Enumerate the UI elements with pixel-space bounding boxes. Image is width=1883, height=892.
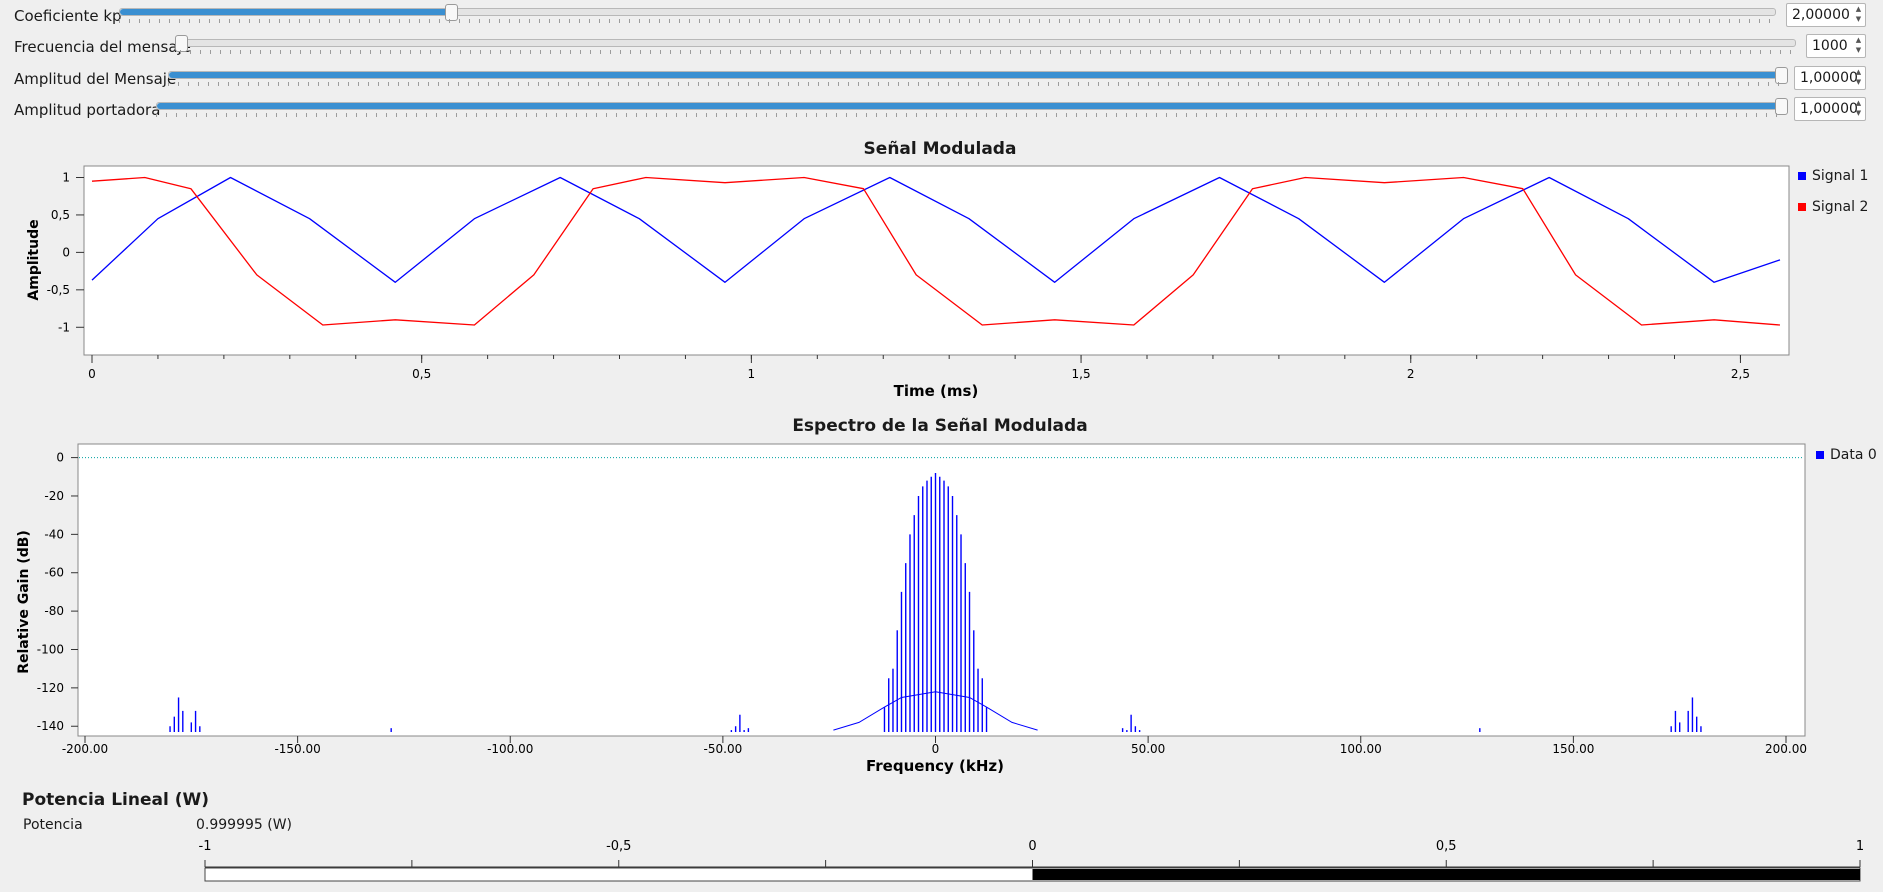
time-xtick-label: 0,5 [412, 367, 431, 381]
carrier-amp-spinbox[interactable]: 1,00000 ▲ ▼ [1794, 97, 1866, 121]
freq-ytick-label: -40 [44, 527, 64, 541]
legend-item-signal-2[interactable]: Signal 2 [1798, 199, 1868, 215]
time-ytick-label: 0 [62, 245, 70, 259]
freq-slider[interactable] [175, 35, 1796, 52]
slider-row-freq: Frecuencia del mensaje 1000 ▲ ▼ [0, 31, 1883, 63]
spin-arrows-icon[interactable]: ▲ ▼ [1852, 98, 1865, 120]
legend-label-signal-2: Signal 2 [1812, 199, 1869, 215]
freq-plot-xlabel: Frequency (kHz) [866, 757, 1004, 775]
freq-ytick-label: -120 [37, 681, 64, 695]
time-ytick-label: -0,5 [47, 283, 70, 297]
kp-spinbox[interactable]: 2,00000 ▲ ▼ [1786, 3, 1866, 27]
freq-ytick-label: -80 [44, 604, 64, 618]
power-tick-label: -0,5 [606, 839, 631, 854]
time-xtick-label: 1 [748, 367, 756, 381]
kp-slider[interactable] [119, 4, 1776, 21]
legend-swatch-signal-2 [1798, 203, 1806, 211]
time-ytick-label: 1 [62, 170, 70, 184]
freq-plot-ylabel: Relative Gain (dB) [16, 530, 32, 674]
slider-label-kp: Coeficiente kp [14, 7, 122, 25]
legend-item-data-0[interactable]: Data 0 [1816, 447, 1877, 463]
power-value: 0.999995 (W) [196, 817, 293, 833]
carrier-amp-value: 1,00000 [1800, 101, 1858, 117]
freq-ytick-label: -140 [37, 719, 64, 733]
msg-amp-slider[interactable] [168, 67, 1788, 84]
power-tick-label: 0 [1028, 839, 1036, 854]
slider-row-carrier-amp: Amplitud portadora 1,00000 ▲ ▼ [0, 94, 1883, 126]
power-gauge: -1 -0,5 0 0,5 1 [199, 839, 1864, 882]
freq-xtick-label: -200.00 [62, 742, 108, 756]
freq-spinbox[interactable]: 1000 ▲ ▼ [1806, 34, 1866, 58]
freq-plot-title: Espectro de la Señal Modulada [792, 416, 1088, 436]
freq-xtick-label: 0 [932, 742, 940, 756]
time-plot-ylabel: Amplitude [26, 219, 42, 300]
slider-label-carrier-amp: Amplitud portadora [14, 101, 161, 119]
freq-xtick-label: 100.00 [1340, 742, 1382, 756]
time-ytick-label: -1 [58, 320, 70, 334]
kp-value: 2,00000 [1792, 7, 1850, 23]
legend-label-data-0: Data 0 [1830, 447, 1877, 463]
freq-xtick-label: 50.00 [1131, 742, 1165, 756]
msg-amp-value: 1,00000 [1800, 70, 1858, 86]
freq-legend: Data 0 [1816, 447, 1877, 463]
msg-amp-spinbox[interactable]: 1,00000 ▲ ▼ [1794, 66, 1866, 90]
freq-ytick-label: -60 [44, 566, 64, 580]
freq-xtick-label: -50.00 [704, 742, 743, 756]
spin-arrows-icon[interactable]: ▲ ▼ [1852, 67, 1865, 89]
slider-label-msg-amp: Amplitud del Mensaje [14, 70, 177, 88]
time-legend: Signal 1 Signal 2 [1798, 168, 1868, 215]
slider-row-msg-amp: Amplitud del Mensaje 1,00000 ▲ ▼ [0, 63, 1883, 95]
spin-arrows-icon[interactable]: ▲ ▼ [1852, 35, 1865, 57]
time-plot-area [83, 165, 1790, 356]
time-xtick-label: 2 [1407, 367, 1415, 381]
freq-ytick-label: -20 [44, 489, 64, 503]
slider-label-freq: Frecuencia del mensaje [14, 38, 191, 56]
power-tick-label: 1 [1856, 839, 1864, 854]
time-plot-title: Señal Modulada [863, 139, 1017, 159]
time-plot-xlabel: Time (ms) [894, 382, 979, 400]
freq-xtick-label: 200.00 [1765, 742, 1807, 756]
freq-xtick-label: -150.00 [274, 742, 320, 756]
legend-label-signal-1: Signal 1 [1812, 168, 1869, 184]
freq-value: 1000 [1812, 38, 1848, 54]
power-gauge-axis: -1 -0,5 0 0,5 1 [199, 839, 1864, 868]
slider-row-kp: Coeficiente kp 2,00000 ▲ ▼ [0, 0, 1883, 32]
freq-plot-area [77, 443, 1806, 737]
freq-xtick-label: -100.00 [487, 742, 533, 756]
time-ytick-label: 0,5 [51, 208, 70, 222]
freq-slider-ticks [180, 50, 1794, 54]
legend-swatch-signal-1 [1798, 172, 1806, 180]
msg-amp-slider-ticks [168, 82, 1780, 86]
power-tick-label: -1 [199, 839, 212, 854]
carrier-amp-slider[interactable] [156, 98, 1788, 115]
spectrum-plot[interactable]: Relative Gain (dB) Frequency (kHz) -200.… [0, 436, 1883, 776]
carrier-amp-slider-ticks [156, 113, 1780, 117]
power-title: Potencia Lineal (W) [22, 790, 209, 810]
time-domain-plot[interactable]: Amplitude Time (ms) 0 0,5 1 1,5 2 2,5 1 0,5 0 -0,… [0, 158, 1883, 428]
legend-item-signal-1[interactable]: Signal 1 [1798, 168, 1868, 199]
spin-arrows-icon[interactable]: ▲ ▼ [1852, 4, 1865, 26]
power-gauge-fill [1032, 869, 1860, 880]
freq-ytick-label: 0 [56, 451, 64, 465]
power-label: Potencia [23, 817, 83, 833]
time-xtick-label: 1,5 [1072, 367, 1091, 381]
freq-xtick-label: 150.00 [1552, 742, 1594, 756]
kp-slider-ticks [119, 19, 1774, 23]
freq-ytick-label: -100 [37, 642, 64, 656]
legend-swatch-data-0 [1816, 451, 1824, 459]
time-xtick-label: 0 [88, 367, 96, 381]
time-xtick-label: 2,5 [1731, 367, 1750, 381]
power-tick-label: 0,5 [1436, 839, 1457, 854]
